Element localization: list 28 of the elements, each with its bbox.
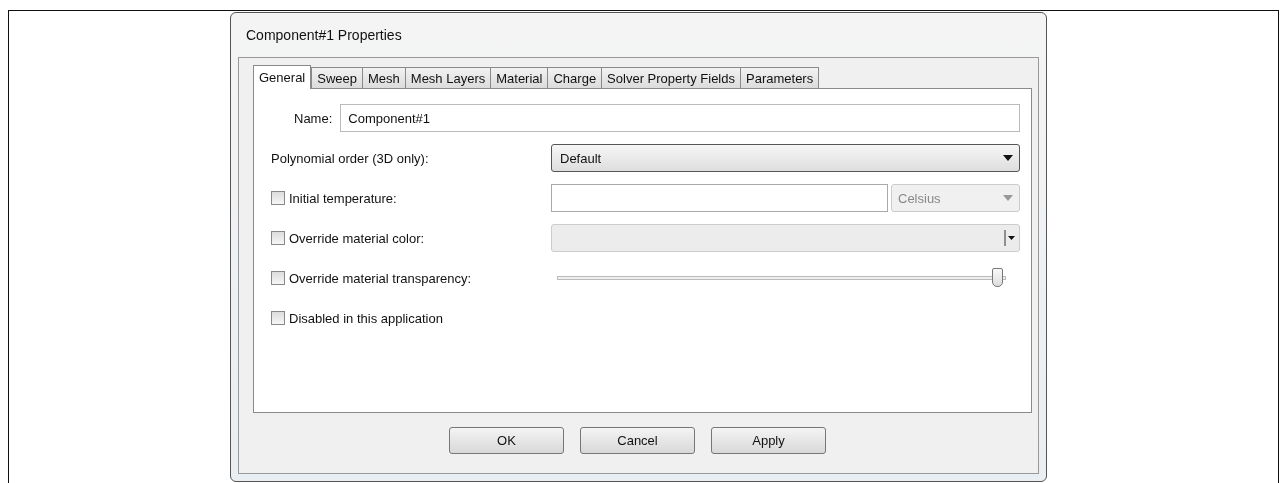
transparency-slider[interactable] bbox=[557, 267, 1006, 289]
checkbox[interactable] bbox=[271, 311, 285, 325]
checkbox-label: Override material color: bbox=[289, 230, 425, 246]
tab[interactable]: Mesh bbox=[362, 67, 406, 89]
tab[interactable]: Sweep bbox=[311, 67, 363, 89]
window-title: Component#1 Properties bbox=[245, 26, 403, 45]
temperature-field[interactable] bbox=[551, 184, 888, 212]
tab[interactable]: Solver Property Fields bbox=[601, 67, 741, 89]
checkbox-label: Initial temperature: bbox=[289, 190, 397, 206]
caret-icon bbox=[1003, 195, 1013, 201]
tab[interactable]: General bbox=[253, 65, 312, 89]
checkbox-label: Disabled in this application bbox=[289, 310, 443, 326]
polynomial-order-dropdown[interactable]: Default bbox=[551, 144, 1020, 172]
tab[interactable]: Mesh Layers bbox=[404, 67, 492, 89]
tab[interactable]: Material bbox=[490, 67, 549, 89]
dialog-button[interactable]: Cancel bbox=[580, 427, 695, 454]
checkbox[interactable] bbox=[271, 271, 285, 285]
caret-icon bbox=[1004, 230, 1016, 246]
checkbox-label: Override material transparency: bbox=[289, 270, 472, 286]
name-field[interactable]: Component#1 bbox=[340, 104, 1020, 132]
dialog-button[interactable]: Apply bbox=[711, 427, 826, 454]
caret-icon bbox=[1003, 155, 1013, 161]
slider-thumb[interactable] bbox=[992, 268, 1003, 287]
tab[interactable]: Parameters bbox=[740, 67, 820, 89]
field-label: Name: bbox=[294, 110, 333, 126]
dialog-button[interactable]: OK bbox=[449, 427, 564, 454]
field-label: Polynomial order (3D only): bbox=[271, 150, 429, 166]
tab[interactable]: Charge bbox=[547, 67, 603, 89]
